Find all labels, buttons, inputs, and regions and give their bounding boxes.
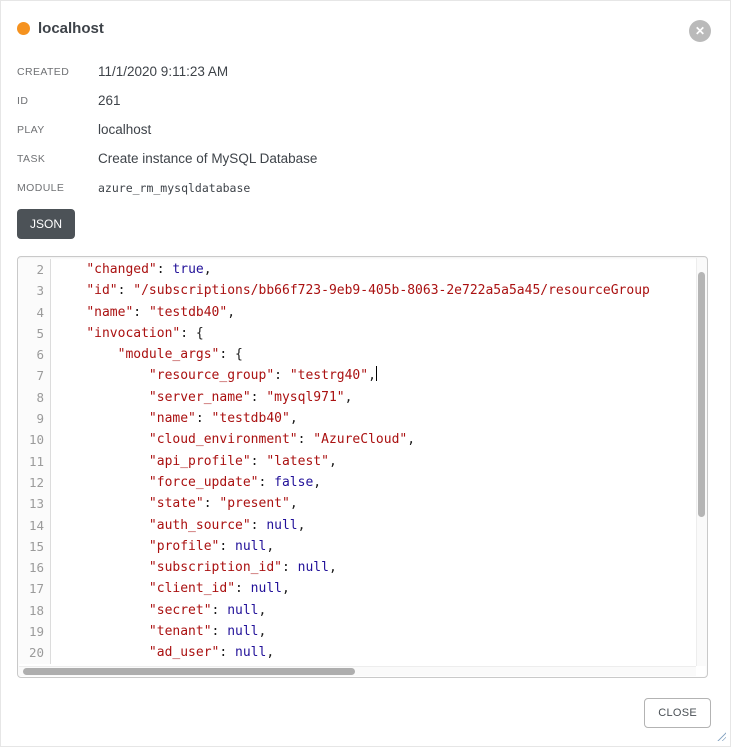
code-text: "secret": null, <box>51 600 266 621</box>
code-text: "resource_group": "testrg40", <box>51 365 377 386</box>
line-number: 15 <box>18 536 51 557</box>
code-text: "module_args": { <box>51 344 243 365</box>
detail-row: MODULEazure_rm_mysqldatabase <box>17 173 710 202</box>
line-number: 4 <box>18 302 51 323</box>
detail-value: localhost <box>98 122 151 137</box>
code-line: 6 "module_args": { <box>18 344 696 365</box>
detail-label: MODULE <box>17 182 98 194</box>
line-number: 7 <box>18 365 51 386</box>
code-text: "subscription_id": null, <box>51 557 337 578</box>
line-number: 2 <box>18 259 51 280</box>
resize-handle-icon[interactable] <box>716 731 726 741</box>
code-line: 8 "server_name": "mysql971", <box>18 387 696 408</box>
json-toggle-button[interactable]: JSON <box>17 209 75 239</box>
code-line: 11 "api_profile": "latest", <box>18 451 696 472</box>
line-number: 18 <box>18 600 51 621</box>
code-text: "id": "/subscriptions/bb66f723-9eb9-405b… <box>51 280 650 301</box>
line-number: 13 <box>18 493 51 514</box>
line-number: 20 <box>18 642 51 663</box>
code-line: 12 "force_update": false, <box>18 472 696 493</box>
code-text: "auth_source": null, <box>51 515 305 536</box>
code-text: "name": "testdb40", <box>51 408 298 429</box>
text-cursor <box>376 366 377 381</box>
code-lines[interactable]: 2 "changed": true,3 "id": "/subscription… <box>18 259 696 666</box>
code-line: 17 "client_id": null, <box>18 578 696 599</box>
horizontal-scrollbar[interactable] <box>19 666 696 676</box>
code-text: "cloud_environment": "AzureCloud", <box>51 429 415 450</box>
code-line: 18 "secret": null, <box>18 600 696 621</box>
code-line: 2 "changed": true, <box>18 259 696 280</box>
line-number: 11 <box>18 451 51 472</box>
code-text: "force_update": false, <box>51 472 321 493</box>
line-number: 12 <box>18 472 51 493</box>
detail-value: 261 <box>98 93 121 108</box>
host-title: localhost <box>38 20 104 37</box>
code-line: 14 "auth_source": null, <box>18 515 696 536</box>
line-number: 14 <box>18 515 51 536</box>
line-number: 16 <box>18 557 51 578</box>
line-number: 6 <box>18 344 51 365</box>
line-number: 3 <box>18 280 51 301</box>
detail-row: PLAYlocalhost <box>17 115 710 144</box>
detail-label: ID <box>17 95 98 107</box>
detail-row: TASKCreate instance of MySQL Database <box>17 144 710 173</box>
vertical-scrollbar-thumb[interactable] <box>698 272 705 517</box>
close-button[interactable]: CLOSE <box>644 698 711 728</box>
line-number: 5 <box>18 323 51 344</box>
detail-label: PLAY <box>17 124 98 136</box>
line-number: 19 <box>18 621 51 642</box>
code-line: 3 "id": "/subscriptions/bb66f723-9eb9-40… <box>18 280 696 301</box>
detail-label: TASK <box>17 153 98 165</box>
detail-value: azure_rm_mysqldatabase <box>98 181 250 195</box>
code-line: 4 "name": "testdb40", <box>18 302 696 323</box>
code-line: 15 "profile": null, <box>18 536 696 557</box>
detail-row: CREATED11/1/2020 9:11:23 AM <box>17 57 710 86</box>
detail-label: CREATED <box>17 66 98 78</box>
line-number: 8 <box>18 387 51 408</box>
host-event-modal: localhost ✕ CREATED11/1/2020 9:11:23 AMI… <box>0 0 731 747</box>
code-text: "invocation": { <box>51 323 204 344</box>
code-line: 19 "tenant": null, <box>18 621 696 642</box>
code-text: "api_profile": "latest", <box>51 451 337 472</box>
code-text: "tenant": null, <box>51 621 266 642</box>
code-text: "client_id": null, <box>51 578 290 599</box>
code-line: 13 "state": "present", <box>18 493 696 514</box>
line-number: 10 <box>18 429 51 450</box>
detail-row: ID261 <box>17 86 710 115</box>
code-line: 16 "subscription_id": null, <box>18 557 696 578</box>
host-status-icon <box>17 22 30 35</box>
code-text: "ad_user": null, <box>51 642 274 663</box>
code-line: 7 "resource_group": "testrg40", <box>18 365 696 386</box>
line-number: 9 <box>18 408 51 429</box>
code-text: "server_name": "mysql971", <box>51 387 352 408</box>
event-details: CREATED11/1/2020 9:11:23 AMID261PLAYloca… <box>17 57 710 202</box>
code-line: 9 "name": "testdb40", <box>18 408 696 429</box>
code-text: "name": "testdb40", <box>51 302 235 323</box>
detail-value: 11/1/2020 9:11:23 AM <box>98 64 228 79</box>
code-line: 10 "cloud_environment": "AzureCloud", <box>18 429 696 450</box>
code-text: "changed": true, <box>51 259 212 280</box>
code-line: 5 "invocation": { <box>18 323 696 344</box>
code-text: "state": "present", <box>51 493 298 514</box>
vertical-scrollbar[interactable] <box>696 258 706 666</box>
modal-header: localhost <box>17 20 104 37</box>
detail-value: Create instance of MySQL Database <box>98 151 317 166</box>
horizontal-scrollbar-thumb[interactable] <box>23 668 355 675</box>
json-code-viewer[interactable]: 2 "changed": true,3 "id": "/subscription… <box>17 256 708 678</box>
close-icon[interactable]: ✕ <box>689 20 711 42</box>
code-text: "profile": null, <box>51 536 274 557</box>
line-number: 17 <box>18 578 51 599</box>
code-line: 20 "ad_user": null, <box>18 642 696 663</box>
